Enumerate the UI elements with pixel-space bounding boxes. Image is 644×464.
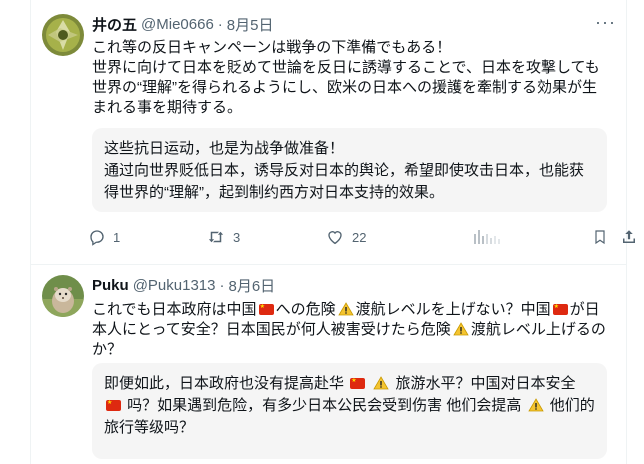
action-bar: 1 3 22 [88,228,635,250]
tweet[interactable]: Puku @Puku1313 · 8月6日 これでも日本政府は中国への危険渡航レ… [30,265,626,464]
warning-icon [373,376,390,390]
flag-cn-icon [350,375,366,389]
translation-line: 通过向世界贬低日本，诱导反对日本的舆论，希望即使攻击日本，也能获 [104,162,585,179]
like-button[interactable]: 22 [325,228,366,246]
tweet-text: これ等の反日キャンペーンは戦争の下準備でもある！ 世界に向けて日本を貶めて世論を… [92,38,622,118]
repost-icon [208,231,224,243]
tweet-header: 井の五 @Mie0666 · 8月5日 [92,14,273,35]
translation-line: 即便如此，日本政府也没有提高赴华 旅游水平？中国对日本安全 [104,373,597,395]
text-line: まれる事を期待する。 [92,99,243,116]
avatar[interactable] [42,14,84,56]
text-line: か？ [92,341,123,358]
text-segment: 旅游水平？中国对日本安全 [395,375,576,392]
tweet-header: Puku @Puku1313 · 8月6日 [92,275,275,296]
text-segment: 吗？如果遇到危险，有多少日本公民会受到伤害 他们会提高 [127,397,522,414]
text-line: 世界に向けて日本を貶めて世論を反日に誘導することで、日本を攻撃しても [92,59,600,76]
flag-cn-icon [552,301,568,315]
repost-count: 3 [233,229,241,245]
views-button[interactable] [472,228,512,246]
reply-count: 1 [113,229,121,245]
text-segment: が日 [569,301,600,318]
user-handle[interactable]: @Mie0666 [141,16,214,33]
timestamp[interactable]: 8月5日 [227,14,274,35]
more-options-icon[interactable]: ··· [595,13,616,31]
views-icon [474,230,500,244]
tweet[interactable]: 井の五 @Mie0666 · 8月5日 ··· これ等の反日キャンペーンは戦争の… [30,0,635,264]
avatar-image [42,275,84,317]
tweet-text: これでも日本政府は中国 への危険 渡航レベルを上げない？中国 が日 本人にとって安全？… [92,300,622,360]
translation-box: 即便如此，日本政府也没有提高赴华 旅游水平？中国对日本安全 吗？如果遇到危险，有… [92,363,607,459]
share-button[interactable] [620,228,638,246]
timestamp[interactable]: 8月6日 [228,275,275,296]
text-segment: これでも日本政府は中国 [92,301,257,318]
translation-line: 得世界的“理解”，起到制约西方对日本支持的效果。 [104,184,444,201]
reply-button[interactable]: 1 [88,228,120,246]
like-count: 22 [352,229,367,245]
like-icon [328,231,342,245]
reply-icon [90,230,104,246]
flag-cn-icon [106,397,121,411]
display-name[interactable]: 井の五 [92,14,137,35]
share-icon [623,230,635,243]
translation-box: 这些抗日运动，也是为战争做准备！ 通过向世界贬低日本，诱导反对日本的舆论，希望即… [92,128,607,212]
text-segment: 渡航レベルを上げない？中国 [355,301,551,318]
translation-line: 这些抗日运动，也是为战争做准备！ [104,140,345,157]
text-line: これでも日本政府は中国 への危険 渡航レベルを上げない？中国 が日 [92,300,622,320]
user-handle[interactable]: @Puku1313 [133,277,216,294]
avatar[interactable] [42,275,84,317]
translation-line: 旅行等级吗？ [104,419,195,436]
bookmark-button[interactable] [592,228,608,246]
translation-line: 吗？如果遇到危险，有多少日本公民会受到伤害 他们会提高 他们的 [104,395,597,417]
text-segment: 即便如此，日本政府也没有提高赴华 [104,375,345,392]
repost-button[interactable]: 3 [206,228,240,246]
bookmark-icon [595,230,605,245]
warning-icon [337,302,354,316]
text-segment: への危険 [275,301,336,318]
text-segment: 本人にとって安全？日本国民が何人被害受けたら危険 [92,321,451,338]
separator: · [219,277,225,294]
text-line: 世界の“理解”を得られるようにし、欧米の日本への援護を牽制する効果が生 [92,79,597,96]
text-segment: 他们的 [549,397,595,414]
avatar-image [42,14,84,56]
warning-icon [453,322,469,336]
separator: · [217,16,223,33]
display-name[interactable]: Puku [92,277,129,294]
text-segment: 渡航レベル上げるの [470,321,606,338]
warning-icon [527,398,544,412]
flag-cn-icon [258,301,274,315]
text-line: これ等の反日キャンペーンは戦争の下準備でもある！ [92,39,452,56]
text-line: 本人にとって安全？日本国民が何人被害受けたら危険 渡航レベル上げるの [92,320,622,340]
